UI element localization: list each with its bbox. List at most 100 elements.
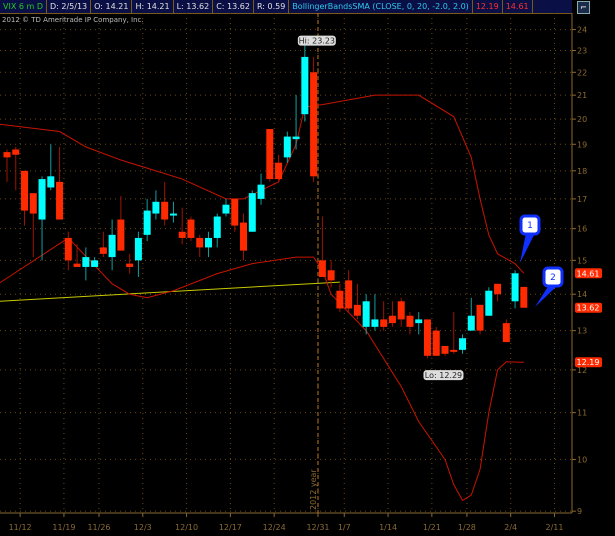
candle-body <box>310 72 318 177</box>
candle-body <box>266 129 274 180</box>
candle-body <box>213 216 221 238</box>
candle-body <box>161 201 169 220</box>
candle-body <box>441 345 449 354</box>
candle-body <box>423 319 431 356</box>
candle-body <box>56 181 64 220</box>
candle-body <box>520 286 528 308</box>
candle-body <box>126 263 134 267</box>
candle-body <box>371 319 379 327</box>
x-tick-label: 12/17 <box>219 523 242 532</box>
candle-body <box>222 204 230 214</box>
candle-body <box>21 170 29 211</box>
y-tick-label: 19 <box>577 140 587 149</box>
lower-bollinger-band <box>0 237 524 502</box>
price-chart[interactable]: 910111213141516171819202122232411/12 11/1… <box>0 0 615 536</box>
callout-label: 2 <box>550 273 556 283</box>
y-tick-label: 11 <box>577 409 587 418</box>
x-tick-label: 2/4 <box>504 523 517 532</box>
candle-body <box>248 193 256 232</box>
candle-body <box>196 237 204 248</box>
y-tick-label: 15 <box>577 256 587 265</box>
y-tick-label: 20 <box>577 115 587 124</box>
candle-body <box>178 231 186 238</box>
candle-body <box>432 330 440 356</box>
price-badge-value: 12.19 <box>577 358 600 367</box>
candle-body <box>3 152 11 158</box>
candle-body <box>292 136 300 140</box>
y-tick-label: 23 <box>577 46 587 55</box>
candle-body <box>82 257 90 267</box>
y-tick-label: 18 <box>577 167 587 176</box>
price-badge-value: 14.61 <box>577 269 600 278</box>
x-tick-label: 1/28 <box>458 523 476 532</box>
candle-body <box>152 201 160 214</box>
callout-arrow <box>520 233 535 263</box>
y-tick-label: 24 <box>577 26 587 35</box>
price-badge-value: 13.62 <box>577 304 600 313</box>
candle-body <box>380 319 388 327</box>
candle-body <box>143 210 151 235</box>
candle-body <box>73 263 81 267</box>
candle-body <box>397 301 405 320</box>
candle-body <box>47 176 55 188</box>
candle-body <box>134 237 142 261</box>
candle-body <box>511 273 519 302</box>
candle-body <box>485 290 493 316</box>
candle-body <box>388 315 396 324</box>
y-tick-label: 16 <box>577 225 587 234</box>
y-tick-label: 21 <box>577 91 587 100</box>
x-tick-label: 11/19 <box>52 523 75 532</box>
candle-body <box>301 56 309 115</box>
y-tick-label: 13 <box>577 327 587 336</box>
y-tick-label: 22 <box>577 68 587 77</box>
candle-body <box>117 219 125 251</box>
x-tick-label: 12/3 <box>134 523 152 532</box>
candle-body <box>336 290 344 309</box>
candle-body <box>64 237 72 261</box>
candle-body <box>362 301 370 327</box>
lo-label: Lo: 12.29 <box>425 371 462 380</box>
candle-body <box>415 319 423 324</box>
candle-body <box>240 222 248 251</box>
candle-body <box>231 198 239 226</box>
candle-body <box>494 283 502 295</box>
x-tick-label: 1/14 <box>379 523 397 532</box>
candle-body <box>12 149 20 155</box>
x-tick-label: 2/11 <box>546 523 564 532</box>
candle-body <box>450 349 458 352</box>
candle-body <box>406 315 414 327</box>
y-tick-label: 12 <box>577 366 587 375</box>
x-tick-label: 1/21 <box>423 523 441 532</box>
candle-body <box>204 237 212 248</box>
candle-body <box>275 162 283 180</box>
x-tick-label: 12/31 <box>306 523 329 532</box>
candle-body <box>187 219 195 238</box>
candle-body <box>169 213 177 216</box>
y-tick-label: 17 <box>577 195 587 204</box>
candle-body <box>345 280 353 309</box>
candle-body <box>318 260 326 277</box>
candle-body <box>459 338 467 350</box>
y-tick-label: 9 <box>577 507 582 516</box>
candle-body <box>353 304 361 316</box>
callout-label: 1 <box>527 221 533 231</box>
candle-body <box>99 247 107 254</box>
upper-bollinger-band <box>0 94 525 274</box>
candle-body <box>29 193 37 214</box>
candle-body <box>38 179 46 220</box>
x-tick-label: 1/7 <box>338 523 351 532</box>
candle-body <box>467 315 475 331</box>
x-tick-label: 11/26 <box>87 523 110 532</box>
x-tick-label: 11/12 <box>9 523 32 532</box>
candle-body <box>91 260 99 267</box>
hi-label: Hi: 23.23 <box>299 37 335 46</box>
candle-body <box>502 323 510 343</box>
x-tick-label: 12/24 <box>263 523 286 532</box>
candle-body <box>327 270 335 281</box>
candle-body <box>476 304 484 331</box>
y-tick-label: 10 <box>577 455 587 464</box>
y-tick-label: 14 <box>577 290 587 299</box>
candle-body <box>257 184 265 199</box>
x-tick-label: 12/10 <box>175 523 198 532</box>
candle-body <box>108 234 116 258</box>
